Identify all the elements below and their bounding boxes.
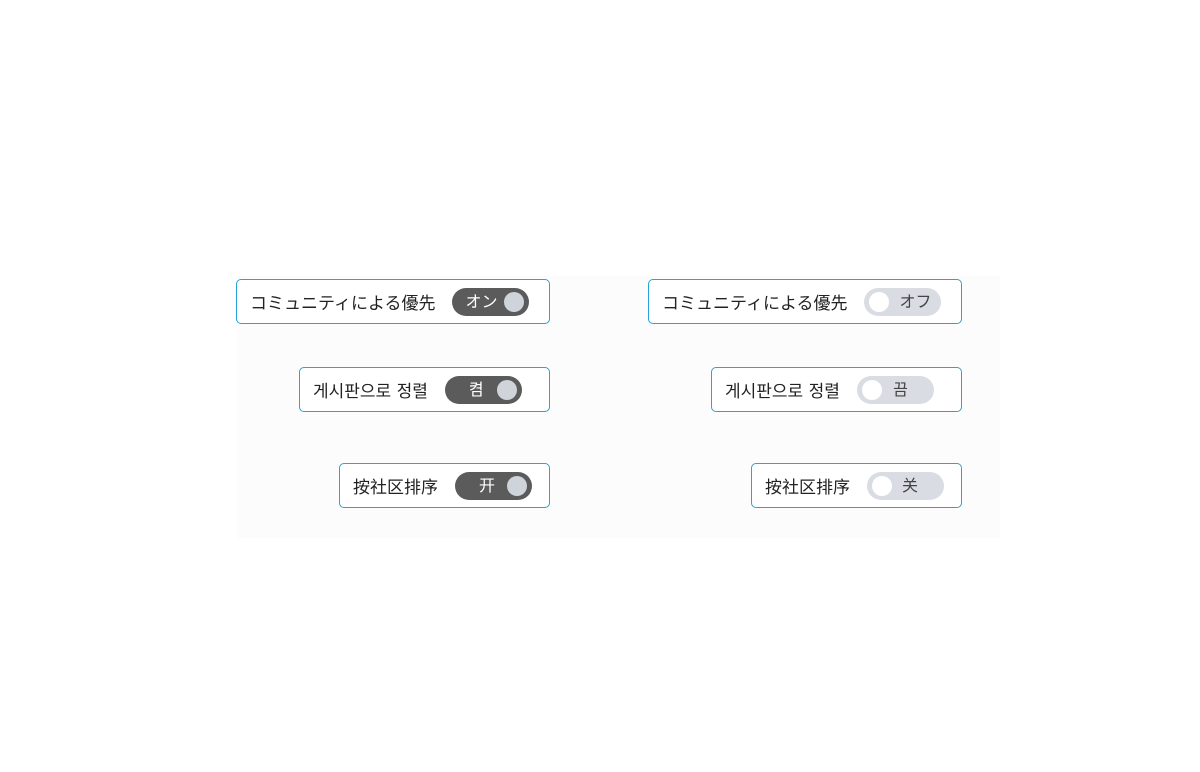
toggle-switch[interactable]: 켬 <box>444 375 522 404</box>
toggle-state-label: 끔 <box>893 379 908 399</box>
settings-canvas: コミュニティによる優先 オン 게시판으로 정렬 켬 按社区排序 开 コミュニティ… <box>0 0 1200 772</box>
settings-column-off: コミュニティによる優先 オフ 게시판으로 정렬 끔 按社区排序 关 <box>648 279 962 508</box>
setting-sort-by-community-zh: 按社区排序 开 <box>339 463 550 508</box>
toggle-switch[interactable]: 开 <box>455 471 532 500</box>
toggle-knob <box>496 379 517 400</box>
toggle-knob <box>507 475 527 496</box>
settings-column-on: コミュニティによる優先 オン 게시판으로 정렬 켬 按社区排序 开 <box>236 279 550 508</box>
setting-sort-by-board-ko-off: 게시판으로 정렬 끔 <box>711 367 962 412</box>
toggle-switch[interactable]: オフ <box>864 287 942 316</box>
setting-label: 게시판으로 정렬 <box>313 382 428 402</box>
toggle-knob <box>861 379 882 400</box>
setting-community-priority-ja-off: コミュニティによる優先 オフ <box>648 279 962 324</box>
setting-label: 按社区排序 <box>353 478 438 498</box>
toggle-state-label: オフ <box>899 291 932 311</box>
setting-label: コミュニティによる優先 <box>662 294 848 314</box>
toggle-switch[interactable]: 关 <box>867 471 944 500</box>
setting-label: 게시판으로 정렬 <box>725 382 840 402</box>
toggle-state-label: オン <box>465 291 498 311</box>
setting-sort-by-board-ko: 게시판으로 정렬 켬 <box>299 367 550 412</box>
setting-sort-by-community-zh-off: 按社区排序 关 <box>751 463 962 508</box>
toggle-knob <box>869 291 890 312</box>
toggle-switch[interactable]: オン <box>452 287 530 316</box>
toggle-knob <box>504 291 525 312</box>
toggle-knob <box>872 475 892 496</box>
toggle-state-label: 关 <box>901 475 918 495</box>
setting-community-priority-ja: コミュニティによる優先 オン <box>236 279 550 324</box>
toggle-switch[interactable]: 끔 <box>856 375 934 404</box>
setting-label: 按社区排序 <box>765 478 850 498</box>
toggle-state-label: 开 <box>479 475 496 495</box>
toggle-state-label: 켬 <box>468 379 484 399</box>
setting-label: コミュニティによる優先 <box>250 294 436 314</box>
